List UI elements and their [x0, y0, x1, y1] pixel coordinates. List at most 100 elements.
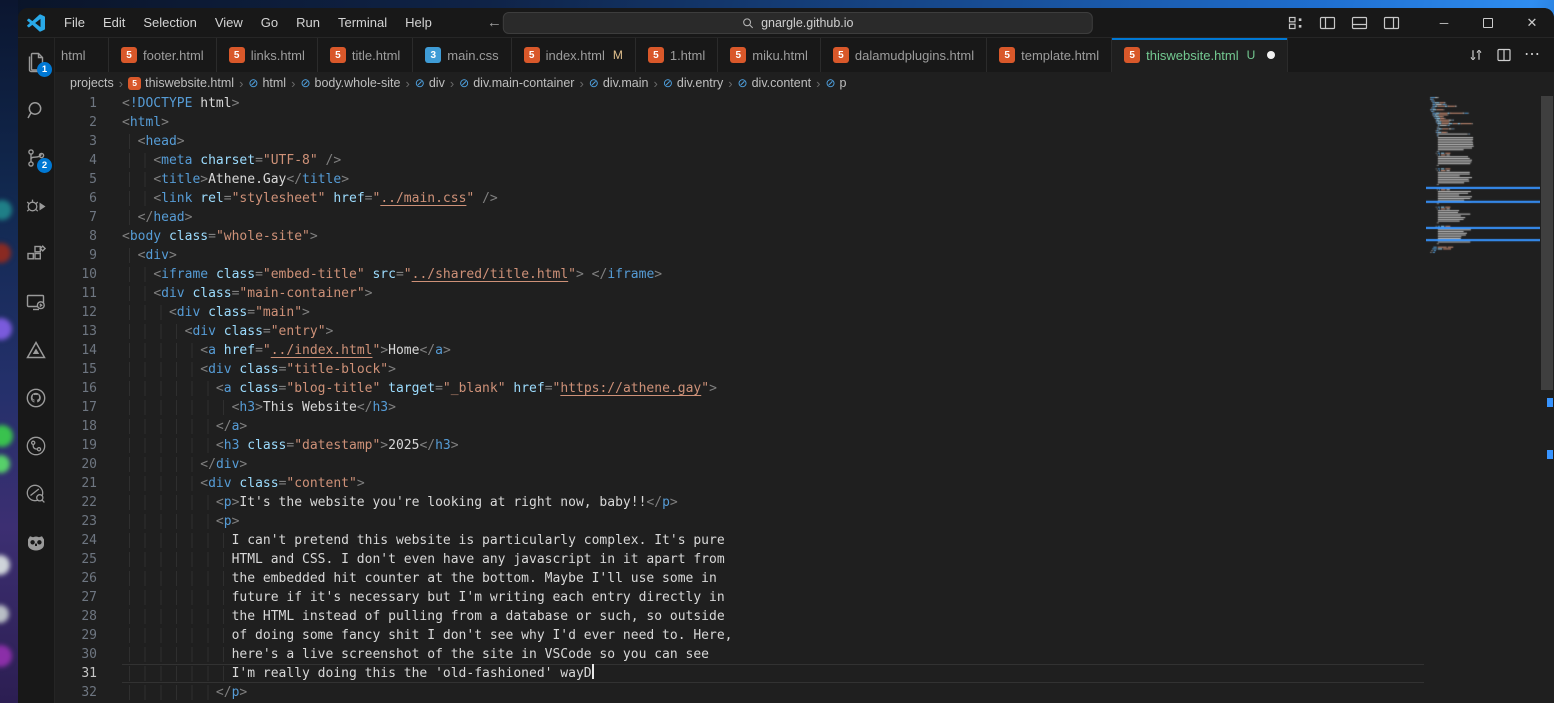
code-line-17[interactable]: <h3>This Website</h3>: [122, 398, 1424, 417]
tab-template.html[interactable]: 5template.html: [987, 38, 1112, 72]
split-editor-icon[interactable]: [1496, 47, 1512, 63]
code-line-16[interactable]: <a class="blog-title" target="_blank" hr…: [122, 379, 1424, 398]
line-number[interactable]: 30: [55, 645, 97, 664]
breadcrumb-item-thiswebsite.html[interactable]: 5thiswebsite.html: [128, 76, 234, 90]
toggle-secondary-sidebar-icon[interactable]: [1383, 15, 1400, 31]
tab-1.html[interactable]: 51.html: [636, 38, 718, 72]
activity-github-icon[interactable]: [18, 374, 55, 422]
code-line-25[interactable]: HTML and CSS. I don't even have any java…: [122, 550, 1424, 569]
breadcrumb-item-projects[interactable]: projects: [70, 76, 114, 90]
code-line-30[interactable]: here's a live screenshot of the site in …: [122, 645, 1424, 664]
line-number[interactable]: 2: [55, 113, 97, 132]
line-number[interactable]: 10: [55, 265, 97, 284]
line-number[interactable]: 1: [55, 94, 97, 113]
command-center-search[interactable]: gnargle.github.io: [503, 12, 1093, 34]
menu-selection[interactable]: Selection: [134, 8, 205, 38]
code-line-3[interactable]: <head>: [122, 132, 1424, 151]
code-line-22[interactable]: <p>It's the website you're looking at ri…: [122, 493, 1424, 512]
line-number-gutter[interactable]: 1234567891011121314151617181920212223242…: [55, 94, 97, 702]
close-button[interactable]: ✕: [1510, 8, 1554, 38]
code-editor[interactable]: 1234567891011121314151617181920212223242…: [55, 94, 1554, 703]
code-line-6[interactable]: <link rel="stylesheet" href="../main.css…: [122, 189, 1424, 208]
menu-edit[interactable]: Edit: [94, 8, 134, 38]
code-line-5[interactable]: <title>Athene.Gay</title>: [122, 170, 1424, 189]
code-line-20[interactable]: </div>: [122, 455, 1424, 474]
line-number[interactable]: 25: [55, 550, 97, 569]
line-number[interactable]: 16: [55, 379, 97, 398]
line-number[interactable]: 22: [55, 493, 97, 512]
code-line-19[interactable]: <h3 class="datestamp">2025</h3>: [122, 436, 1424, 455]
breadcrumb-item-div[interactable]: ⊘div: [415, 76, 445, 90]
compare-changes-icon[interactable]: [1468, 47, 1484, 63]
tab-links.html[interactable]: 5links.html: [217, 38, 318, 72]
breadcrumb-item-body.whole-site[interactable]: ⊘body.whole-site: [300, 76, 400, 90]
line-number[interactable]: 5: [55, 170, 97, 189]
code-line-24[interactable]: I can't pretend this website is particul…: [122, 531, 1424, 550]
code-line-4[interactable]: <meta charset="UTF-8" />: [122, 151, 1424, 170]
code-line-18[interactable]: </a>: [122, 417, 1424, 436]
code-line-11[interactable]: <div class="main-container">: [122, 284, 1424, 303]
line-number[interactable]: 32: [55, 683, 97, 702]
code-line-23[interactable]: <p>: [122, 512, 1424, 531]
menu-run[interactable]: Run: [287, 8, 329, 38]
menu-file[interactable]: File: [55, 8, 94, 38]
breadcrumb-item-div.main-container[interactable]: ⊘div.main-container: [459, 76, 574, 90]
activity-triangle-a-extension-icon[interactable]: [18, 326, 55, 374]
toggle-primary-sidebar-icon[interactable]: [1319, 15, 1336, 31]
minimap[interactable]: [1426, 94, 1540, 703]
line-number[interactable]: 7: [55, 208, 97, 227]
code-line-12[interactable]: <div class="main">: [122, 303, 1424, 322]
line-number[interactable]: 13: [55, 322, 97, 341]
line-number[interactable]: 20: [55, 455, 97, 474]
minimize-button[interactable]: ─: [1422, 8, 1466, 38]
line-number[interactable]: 8: [55, 227, 97, 246]
activity-remote-explorer-icon[interactable]: [18, 278, 55, 326]
toggle-panel-icon[interactable]: [1351, 15, 1368, 31]
menu-view[interactable]: View: [206, 8, 252, 38]
line-number[interactable]: 21: [55, 474, 97, 493]
code-line-8[interactable]: <body class="whole-site">: [122, 227, 1424, 246]
go-back-icon[interactable]: ←: [487, 9, 502, 37]
modified-dot-icon[interactable]: [1267, 51, 1275, 59]
code-line-10[interactable]: <iframe class="embed-title" src="../shar…: [122, 265, 1424, 284]
breadcrumb-item-div.content[interactable]: ⊘div.content: [738, 76, 812, 90]
code-line-15[interactable]: <div class="title-block">: [122, 360, 1424, 379]
activity-extensions-icon[interactable]: [18, 230, 55, 278]
more-actions-icon[interactable]: ⋯: [1524, 46, 1540, 64]
code-line-29[interactable]: of doing some fancy shit I don't see why…: [122, 626, 1424, 645]
line-number[interactable]: 15: [55, 360, 97, 379]
line-number[interactable]: 31: [55, 664, 97, 683]
code-line-9[interactable]: <div>: [122, 246, 1424, 265]
maximize-button[interactable]: [1466, 8, 1510, 38]
activity-run-debug-icon[interactable]: [18, 182, 55, 230]
vertical-scrollbar[interactable]: [1540, 94, 1554, 703]
line-number[interactable]: 23: [55, 512, 97, 531]
line-number[interactable]: 6: [55, 189, 97, 208]
tab-thiswebsite.html[interactable]: 5thiswebsite.htmlU: [1112, 38, 1288, 72]
code-content[interactable]: <!DOCTYPE html><html> <head> <meta chars…: [122, 94, 1424, 702]
code-line-28[interactable]: the HTML instead of pulling from a datab…: [122, 607, 1424, 626]
activity-code-inspect-icon[interactable]: [18, 470, 55, 518]
line-number[interactable]: 14: [55, 341, 97, 360]
tab-html[interactable]: html: [55, 38, 109, 72]
code-line-7[interactable]: </head>: [122, 208, 1424, 227]
line-number[interactable]: 12: [55, 303, 97, 322]
code-line-21[interactable]: <div class="content">: [122, 474, 1424, 493]
tab-main.css[interactable]: 3main.css: [413, 38, 511, 72]
line-number[interactable]: 11: [55, 284, 97, 303]
customize-layout-icon[interactable]: [1288, 15, 1304, 31]
code-line-27[interactable]: future if it's necessary but I'm writing…: [122, 588, 1424, 607]
breadcrumb-item-div.entry[interactable]: ⊘div.entry: [663, 76, 723, 90]
breadcrumb-item-p[interactable]: ⊘p: [825, 76, 846, 90]
breadcrumb-item-html[interactable]: ⊘html: [248, 76, 286, 90]
line-number[interactable]: 26: [55, 569, 97, 588]
tab-title.html[interactable]: 5title.html: [318, 38, 413, 72]
line-number[interactable]: 9: [55, 246, 97, 265]
scrollbar-thumb[interactable]: [1541, 96, 1553, 390]
code-line-26[interactable]: the embedded hit counter at the bottom. …: [122, 569, 1424, 588]
line-number[interactable]: 27: [55, 588, 97, 607]
activity-git-graph-icon[interactable]: [18, 422, 55, 470]
line-number[interactable]: 29: [55, 626, 97, 645]
code-line-2[interactable]: <html>: [122, 113, 1424, 132]
code-line-13[interactable]: <div class="entry">: [122, 322, 1424, 341]
